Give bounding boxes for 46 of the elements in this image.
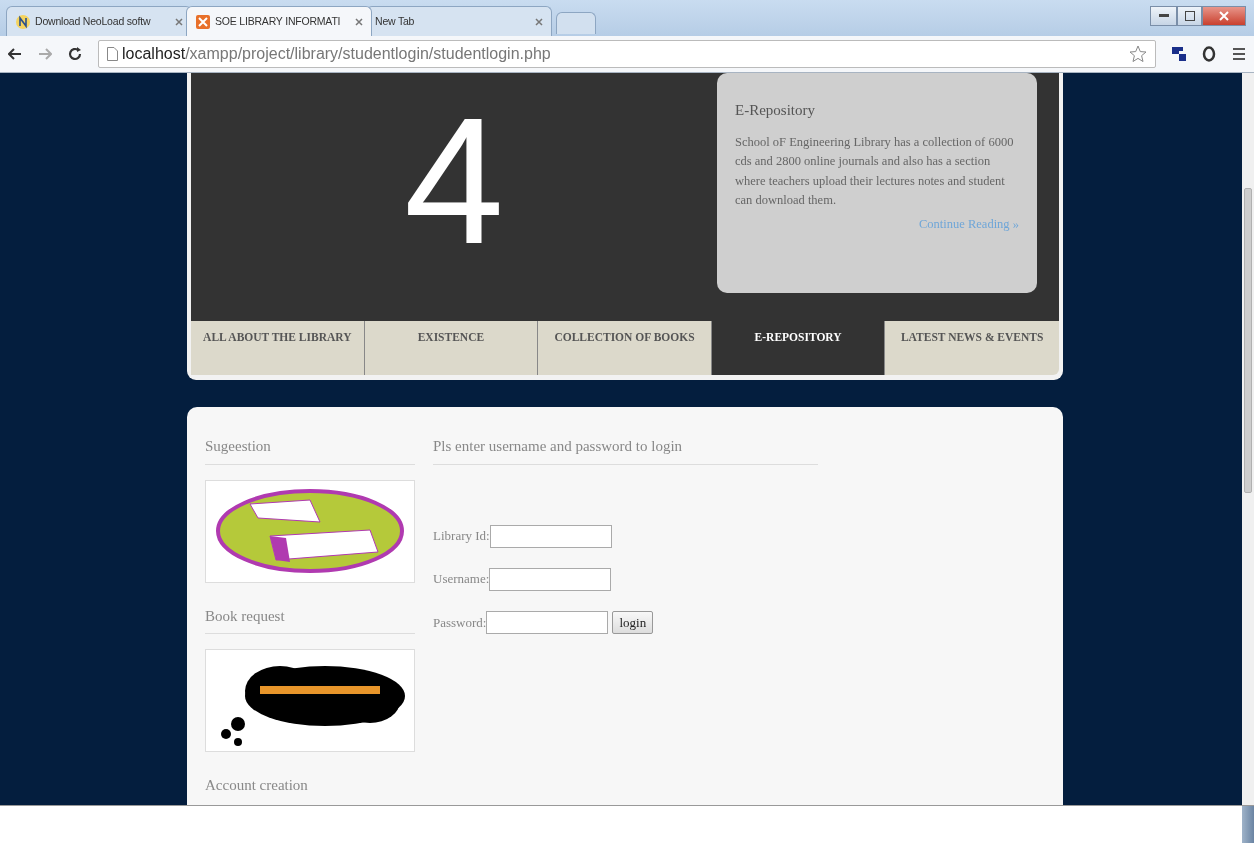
close-icon [1219, 11, 1229, 21]
x-logo-icon [195, 13, 211, 30]
nav-tab[interactable]: EXISTENCE [364, 321, 539, 375]
close-icon[interactable] [535, 17, 543, 26]
image-frame[interactable] [205, 649, 415, 752]
url-text: localhost/xampp/project/library/studentlogin/studentlogin.php [122, 44, 551, 64]
field-label: Username: [433, 570, 490, 589]
reload-icon[interactable] [68, 47, 82, 61]
close-window-button[interactable] [1202, 6, 1246, 26]
minimize-icon [1158, 14, 1169, 18]
minimize-button[interactable] [1150, 6, 1177, 26]
nav-tab[interactable]: ALL ABOUT THE LIBRARY [191, 321, 365, 375]
address-bar[interactable]: localhost/xampp/project/library/studentlogin/studentlogin.php [98, 40, 1156, 68]
star-icon[interactable] [1129, 45, 1147, 63]
section-heading: Book request [205, 604, 415, 634]
slide-number: 4 [403, 91, 505, 283]
field-label: Library Id: [433, 527, 490, 546]
nav-tab[interactable]: E-REPOSITORY [711, 321, 886, 375]
ring-icon[interactable] [1202, 46, 1216, 62]
section-heading: Account creation [205, 776, 309, 795]
browser-tab[interactable]: SOE LIBRARY INFORMATI [186, 6, 372, 36]
login-button[interactable]: login [612, 610, 654, 634]
forward-icon[interactable] [38, 48, 52, 60]
field-label: Password: [433, 613, 487, 632]
close-icon[interactable] [355, 17, 363, 26]
resize-grip[interactable] [1242, 806, 1254, 843]
input-field[interactable] [489, 567, 612, 591]
input-field[interactable] [486, 610, 609, 634]
page-icon [107, 47, 118, 61]
squares-icon[interactable] [1172, 47, 1186, 61]
feature-text: School oF Engineering Library has a collection of 6000 cds and 2800 online journals and also has a section where teachers upload their lectures notes and student can download them. [735, 134, 1015, 210]
tab-title: New Tab [375, 13, 416, 29]
menu-icon[interactable] [1232, 47, 1246, 61]
close-icon[interactable] [175, 17, 183, 26]
tab-title: Download NeoLoad softw [35, 13, 152, 29]
back-icon[interactable] [8, 48, 22, 60]
feature-title: E-Repository [735, 101, 816, 119]
nav-tab[interactable]: LATEST NEWS & EVENTS [885, 321, 1059, 375]
scrollbar-thumb[interactable] [1244, 188, 1252, 493]
login-heading: Pls enter username and password to login [433, 435, 818, 465]
input-field[interactable] [489, 524, 612, 548]
nav-tab[interactable]: COLLECTION OF BOOKS [538, 321, 712, 375]
section-heading: Sugeestion [205, 435, 415, 465]
tab-title: SOE LIBRARY INFORMATI [215, 13, 342, 29]
restore-icon [1184, 11, 1195, 21]
maximize-button[interactable] [1177, 6, 1202, 26]
